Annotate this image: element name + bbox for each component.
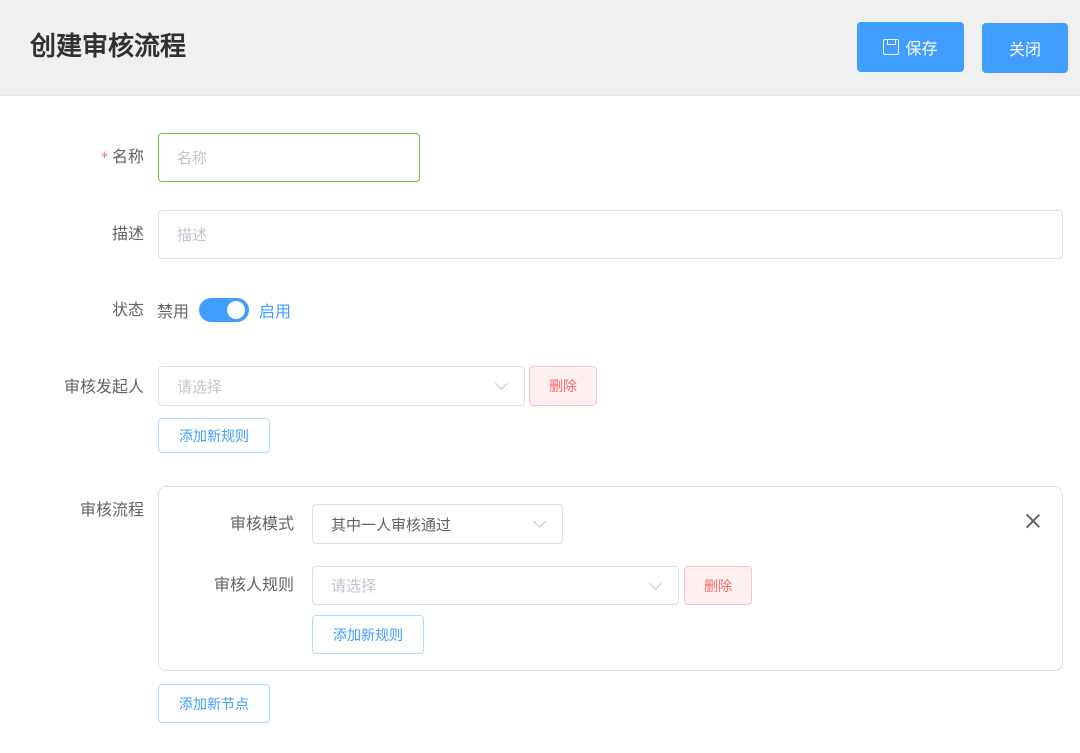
close-button[interactable]: 关闭 <box>982 23 1068 73</box>
reviewer-add-rule-button[interactable]: 添加新规则 <box>312 615 424 654</box>
status-label: 状态 <box>111 300 144 319</box>
name-placeholder: 名称 <box>177 149 208 167</box>
name-input[interactable]: 名称 <box>158 133 420 182</box>
reviewer-rule-select[interactable]: 请选择 <box>312 566 679 605</box>
initiator-placeholder: 请选择 <box>177 377 223 396</box>
status-switch-group: 禁用 启用 <box>157 298 291 322</box>
status-toggle[interactable] <box>199 298 250 322</box>
save-icon <box>883 39 900 55</box>
initiator-add-rule-button[interactable]: 添加新规则 <box>158 418 270 453</box>
required-mark: * <box>100 150 108 166</box>
initiator-select[interactable]: 请选择 <box>158 366 525 406</box>
add-node-button[interactable]: 添加新节点 <box>158 684 270 723</box>
reviewer-rule-label: 审核人规则 <box>213 575 294 594</box>
chevron-down-icon <box>533 515 546 528</box>
page-title: 创建审核流程 <box>30 32 187 62</box>
chevron-down-icon <box>649 577 662 590</box>
description-input[interactable]: 描述 <box>158 210 1063 259</box>
review-mode-select[interactable]: 其中一人审核通过 <box>312 504 563 544</box>
page-header: 创建审核流程 保存 关闭 <box>0 0 1080 96</box>
flow-label: 审核流程 <box>79 500 144 519</box>
save-button[interactable]: 保存 <box>857 22 964 72</box>
save-button-label: 保存 <box>905 39 938 58</box>
close-icon[interactable] <box>1024 512 1042 530</box>
review-mode-label: 审核模式 <box>229 514 294 533</box>
chevron-down-icon <box>495 377 508 390</box>
name-label: * 名称 <box>90 147 144 168</box>
initiator-delete-button[interactable]: 删除 <box>529 366 597 406</box>
reviewer-placeholder: 请选择 <box>331 577 377 595</box>
description-placeholder: 描述 <box>177 226 208 244</box>
close-button-label: 关闭 <box>1008 40 1041 59</box>
description-label: 描述 <box>111 224 144 243</box>
review-mode-value: 其中一人审核通过 <box>331 515 452 534</box>
status-on-label[interactable]: 启用 <box>259 298 291 322</box>
name-label-text: 名称 <box>111 147 144 166</box>
status-off-label[interactable]: 禁用 <box>157 298 189 322</box>
reviewer-delete-button[interactable]: 删除 <box>684 566 752 605</box>
initiator-label: 审核发起人 <box>63 377 144 396</box>
